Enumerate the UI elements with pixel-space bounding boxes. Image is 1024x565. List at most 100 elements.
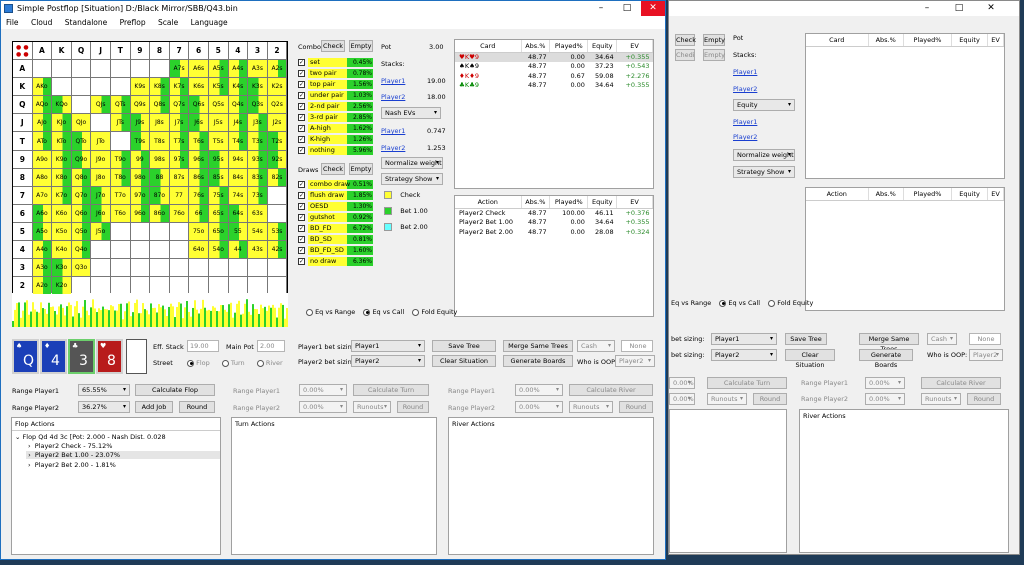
draws-row[interactable]: ✓ OESD 1.30% <box>298 202 388 212</box>
turn-round-button[interactable]: Round <box>397 401 429 413</box>
combos-empty-button[interactable]: Empty <box>349 40 373 52</box>
grid-row-header[interactable]: K <box>13 78 33 97</box>
hand-cell[interactable]: K6o <box>52 204 72 223</box>
hand-cell[interactable]: 97o <box>130 186 151 205</box>
hand-cell[interactable]: J3s <box>248 114 268 133</box>
hand-cell[interactable]: 86o <box>150 204 170 223</box>
hand-cell[interactable] <box>169 222 190 242</box>
table-row[interactable]: Player2 Bet 2.00 48.77 0.00 28.08 +0.324 <box>455 227 653 237</box>
hand-cell[interactable]: Q2s <box>267 96 288 115</box>
hand-cell[interactable]: Q9s <box>130 96 151 115</box>
hand-cell[interactable] <box>110 78 131 97</box>
draws-row[interactable]: ✓ combo draw 0.51% <box>298 180 388 190</box>
checkbox[interactable]: ✓ <box>298 124 305 132</box>
hand-cell[interactable]: 44 <box>228 241 249 260</box>
hand-cell[interactable] <box>150 259 170 278</box>
hand-cell[interactable]: 92s <box>267 150 288 169</box>
hand-cell[interactable]: Q5o <box>71 222 92 242</box>
hand-cell[interactable] <box>91 60 111 79</box>
player1-link[interactable]: Player1 <box>381 77 405 85</box>
empty-button-2[interactable]: Empty <box>703 49 725 61</box>
combos-row[interactable]: ✓ nothing 5.96% <box>298 146 388 156</box>
hand-cell[interactable]: 43s <box>248 241 268 260</box>
hand-cell[interactable]: J7s <box>169 114 190 133</box>
hand-cell[interactable] <box>91 78 111 97</box>
col-equity[interactable]: Equity <box>951 34 989 47</box>
grid-column-header[interactable]: K <box>52 42 72 61</box>
hand-cell[interactable]: Q8s <box>150 96 170 115</box>
hand-cell[interactable]: Q9o <box>71 150 92 169</box>
combos-row[interactable]: ✓ A-high 1.62% <box>298 124 388 134</box>
board-card[interactable]: ♣ 3 <box>68 339 95 374</box>
grid-column-header[interactable]: J <box>91 42 111 61</box>
hand-cell[interactable]: J9o <box>91 150 111 169</box>
merge-trees-button[interactable]: Merge Same Trees <box>859 333 919 353</box>
hand-cell[interactable] <box>110 222 131 242</box>
grid-row-header[interactable]: 6 <box>13 204 33 223</box>
hand-cell[interactable] <box>32 60 53 79</box>
hand-cell[interactable]: J6o <box>91 204 111 223</box>
grid-column-header[interactable]: 8 <box>150 42 170 61</box>
checkbox[interactable]: ✓ <box>298 235 305 243</box>
nash-evs-select[interactable]: Nash EVs <box>381 107 441 119</box>
hand-cell[interactable] <box>150 222 170 242</box>
eq-vs-call-radio[interactable] <box>719 299 727 307</box>
hand-cell[interactable]: 82s <box>267 168 288 187</box>
hand-cell[interactable]: 87o <box>150 186 170 205</box>
hand-cell[interactable] <box>130 60 151 79</box>
hand-cell[interactable]: QTs <box>110 96 131 115</box>
table-row[interactable]: ♥K♥9 48.77 0.00 34.64 +0.355 <box>455 52 653 62</box>
hand-cell[interactable]: K5s <box>208 78 229 97</box>
hand-cell[interactable]: J9s <box>130 114 151 133</box>
hand-cell[interactable]: K8o <box>52 168 72 187</box>
hand-cell[interactable]: Q8o <box>71 168 92 187</box>
tree-root[interactable]: ⌄ Flop Qd 4d 3c [Pot: 2.000 - Nash Dist.… <box>15 433 166 441</box>
check-button[interactable]: Check <box>675 34 696 46</box>
hand-cell[interactable] <box>71 60 92 79</box>
hand-cell[interactable]: 73s <box>248 186 268 205</box>
grid-column-header[interactable]: Q <box>71 42 92 61</box>
checkbox[interactable]: ✓ <box>298 80 305 88</box>
empty-card-slot[interactable] <box>126 339 147 374</box>
hand-cell[interactable]: 99 <box>130 150 151 169</box>
hand-cell[interactable]: A2o <box>32 277 53 296</box>
grid-row-header[interactable]: 8 <box>13 168 33 187</box>
hand-cell[interactable]: 84s <box>228 168 249 187</box>
draws-row[interactable]: ✓ flush draw 1.85% <box>298 191 388 201</box>
empty-button[interactable]: Empty <box>703 34 725 46</box>
hand-cell[interactable]: K4s <box>228 78 249 97</box>
river-round-button[interactable]: Round <box>967 393 1001 405</box>
hand-cell[interactable]: A5o <box>32 222 53 242</box>
hand-cell[interactable]: 74s <box>228 186 249 205</box>
turn-range1-select[interactable]: 0.00% <box>669 377 695 389</box>
hand-cell[interactable]: 86s <box>189 168 209 187</box>
none-field[interactable]: None <box>969 333 1001 345</box>
tree-child[interactable]: › Player2 Check - 75.12% <box>28 442 112 450</box>
hand-cell[interactable] <box>267 186 288 205</box>
hand-cell[interactable]: 94s <box>228 150 249 169</box>
hand-cell[interactable] <box>189 259 209 278</box>
hand-cell[interactable] <box>267 204 288 223</box>
fold-equity-radio[interactable] <box>768 299 776 307</box>
checkbox[interactable]: ✓ <box>298 69 305 77</box>
hand-cell[interactable]: 42s <box>267 241 288 260</box>
hand-cell[interactable]: 83s <box>248 168 268 187</box>
range-player1-select[interactable]: 65.55% <box>78 384 130 396</box>
checkbox[interactable]: ✓ <box>298 113 305 121</box>
merge-trees-button[interactable]: Merge Same Trees <box>503 340 573 352</box>
hand-cell[interactable]: K9s <box>130 78 151 97</box>
hand-cell[interactable]: 96o <box>130 204 151 223</box>
checkbox[interactable]: ✓ <box>298 91 305 99</box>
col-played[interactable]: Played% <box>549 196 589 209</box>
hand-cell[interactable]: AJo <box>32 114 53 133</box>
cash-select[interactable]: Cash <box>577 340 615 352</box>
hand-cell[interactable] <box>169 259 190 278</box>
combos-row[interactable]: ✓ under pair 1.03% <box>298 91 388 101</box>
river-range2-select[interactable]: 0.00% <box>865 393 905 405</box>
table-row[interactable]: Player2 Check 48.77 100.00 46.11 +0.376 <box>455 208 653 218</box>
normalize-weight-select[interactable]: Normalize weight <box>381 157 443 169</box>
hand-cell[interactable]: T9s <box>130 132 151 151</box>
hand-cell[interactable]: T9o <box>110 150 131 169</box>
grid-row-header[interactable]: 4 <box>13 241 33 260</box>
maximize-icon[interactable]: □ <box>615 1 639 16</box>
